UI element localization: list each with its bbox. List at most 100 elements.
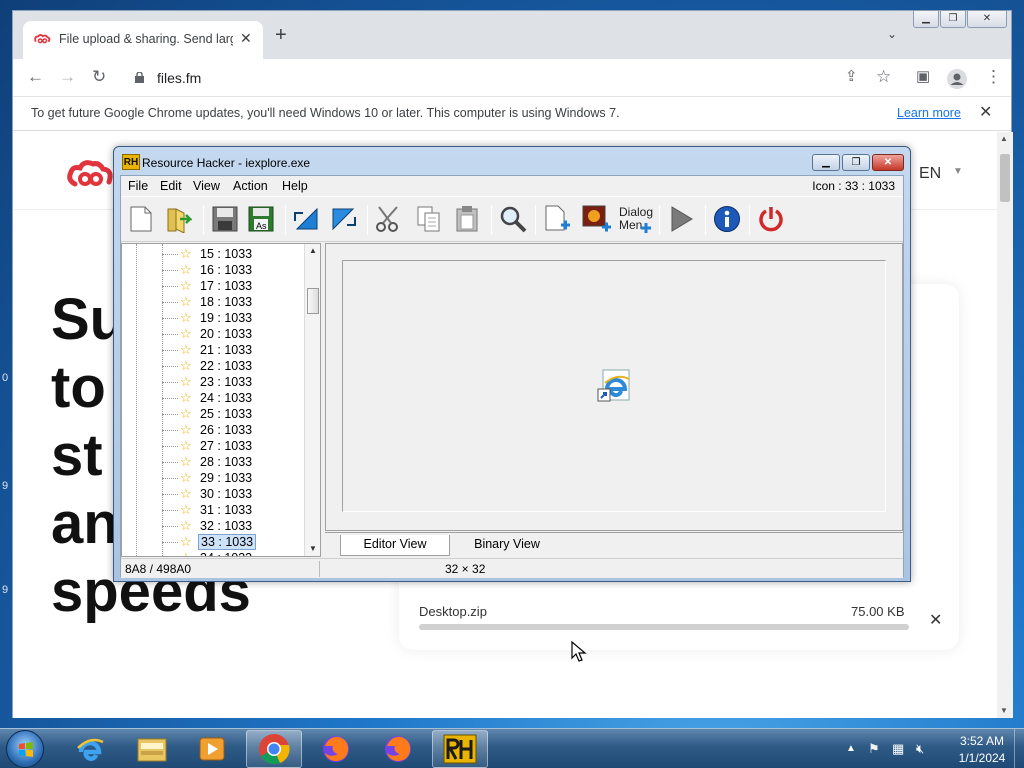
compile-run-icon[interactable]	[665, 203, 697, 235]
files-fm-logo-icon[interactable]	[67, 160, 113, 190]
paste-icon[interactable]	[451, 203, 483, 235]
start-button[interactable]	[6, 730, 44, 768]
show-hidden-icons-icon[interactable]: ▲	[846, 743, 856, 754]
tree-item[interactable]: ☆ 15 : 1033	[122, 246, 304, 262]
rh-maximize-button[interactable]: ❐	[842, 154, 870, 171]
menu-file[interactable]: File	[128, 179, 148, 193]
taskbar-media-player[interactable]	[184, 730, 240, 768]
tree-item[interactable]: ☆ 24 : 1033	[122, 390, 304, 406]
scrollbar-thumb[interactable]	[1000, 154, 1010, 202]
forward-icon[interactable]: →	[59, 67, 76, 87]
tree-scrollbar-thumb[interactable]	[307, 288, 319, 314]
tree-scroll-down-icon[interactable]: ▼	[309, 544, 317, 553]
tree-item[interactable]: ☆ 17 : 1033	[122, 278, 304, 294]
network-icon[interactable]: ▦	[892, 741, 904, 757]
chrome-menu-icon[interactable]: ⋮	[985, 67, 1002, 87]
folder-icon	[137, 738, 167, 762]
language-chevron-icon[interactable]: ▼	[953, 166, 963, 177]
address-bar[interactable]: files.fm	[157, 70, 201, 86]
add-blank-resource-icon[interactable]	[541, 203, 573, 235]
menu-help[interactable]: Help	[282, 179, 308, 193]
taskbar-internet-explorer[interactable]	[62, 730, 118, 768]
tree-scroll-up-icon[interactable]: ▲	[309, 246, 317, 255]
back-icon[interactable]: ←	[27, 67, 44, 87]
add-image-resource-icon[interactable]	[581, 203, 613, 235]
new-file-icon[interactable]	[125, 203, 157, 235]
learn-more-link[interactable]: Learn more	[897, 106, 961, 120]
maximize-button[interactable]: ❐	[940, 10, 966, 28]
find-icon[interactable]	[497, 203, 529, 235]
remove-upload-icon[interactable]: ✕	[929, 610, 942, 630]
side-panel-icon[interactable]: ▣	[916, 67, 930, 87]
tree-item[interactable]: ☆ 28 : 1033	[122, 454, 304, 470]
back-navigate-icon[interactable]	[291, 203, 323, 235]
tree-item[interactable]: ☆ 27 : 1033	[122, 438, 304, 454]
forward-navigate-icon[interactable]	[327, 203, 359, 235]
cut-icon[interactable]	[373, 203, 405, 235]
tree-item[interactable]: ☆ 19 : 1033	[122, 310, 304, 326]
tree-connector	[162, 462, 178, 463]
menu-edit[interactable]: Edit	[160, 179, 182, 193]
share-icon[interactable]: ⇪	[845, 67, 858, 87]
lock-icon[interactable]	[135, 72, 144, 83]
action-center-flag-icon[interactable]: ⚑	[868, 741, 880, 757]
minimize-button[interactable]: ▁	[913, 10, 939, 28]
tree-item[interactable]: ☆ 30 : 1033	[122, 486, 304, 502]
taskbar-chrome[interactable]	[246, 730, 302, 768]
tree-item[interactable]: ☆ 32 : 1033	[122, 518, 304, 534]
open-file-icon[interactable]	[163, 203, 195, 235]
info-icon[interactable]	[711, 203, 743, 235]
language-selector[interactable]: EN	[919, 165, 941, 183]
system-tray: ▲ ⚑ ▦ 🔇︎ 3:52 AM 1/1/2024	[840, 729, 1024, 768]
new-tab-icon[interactable]: +	[275, 25, 287, 45]
tree-item[interactable]: ☆ 33 : 1033	[122, 534, 304, 550]
scroll-up-icon[interactable]: ▲	[1000, 134, 1008, 143]
exit-power-icon[interactable]	[755, 203, 787, 235]
tree-item[interactable]: ☆ 23 : 1033	[122, 374, 304, 390]
profile-avatar-icon[interactable]	[947, 69, 967, 89]
infobar-close-icon[interactable]: ✕	[979, 102, 992, 122]
tree-item[interactable]: ☆ 20 : 1033	[122, 326, 304, 342]
show-desktop-button[interactable]	[1014, 729, 1024, 768]
tree-item-label: 34 : 1033	[198, 551, 254, 556]
tree-item[interactable]: ☆ 29 : 1033	[122, 470, 304, 486]
menu-view[interactable]: View	[193, 179, 220, 193]
save-icon[interactable]	[209, 203, 241, 235]
copy-icon[interactable]	[413, 203, 445, 235]
tree-item[interactable]: ☆ 34 : 1033	[122, 550, 304, 557]
reload-icon[interactable]: ↻	[92, 67, 106, 87]
tree-item[interactable]: ☆ 31 : 1033	[122, 502, 304, 518]
tree-scrollbar[interactable]: ▲ ▼	[304, 244, 320, 556]
taskbar-explorer[interactable]	[124, 730, 180, 768]
taskbar-firefox[interactable]	[308, 730, 364, 768]
taskbar-firefox-2[interactable]	[370, 730, 426, 768]
taskbar-resource-hacker[interactable]	[432, 730, 488, 768]
tree-item[interactable]: ☆ 25 : 1033	[122, 406, 304, 422]
save-as-icon[interactable]: As	[245, 203, 277, 235]
tab-editor-view[interactable]: Editor View	[340, 535, 450, 556]
tab-close-icon[interactable]: ✕	[240, 30, 252, 47]
scroll-down-icon[interactable]: ▼	[1000, 706, 1008, 715]
page-scrollbar[interactable]: ▲ ▼	[997, 132, 1013, 718]
bookmark-star-icon[interactable]: ☆	[876, 67, 891, 87]
rh-minimize-button[interactable]: ▁	[812, 154, 840, 171]
clock-time[interactable]: 3:52 AM	[952, 734, 1012, 748]
rh-close-button[interactable]: ✕	[872, 154, 904, 171]
close-window-button[interactable]: ✕	[967, 10, 1007, 28]
tab-binary-view[interactable]: Binary View	[457, 535, 557, 556]
tree-item[interactable]: ☆ 18 : 1033	[122, 294, 304, 310]
tree-item-label: 31 : 1033	[200, 503, 253, 517]
browser-tab[interactable]: File upload & sharing. Send large ✕	[23, 21, 263, 59]
tree-item-label: 22 : 1033	[200, 359, 253, 373]
tab-search-chevron-icon[interactable]: ⌄	[887, 27, 897, 41]
tree-item[interactable]: ☆ 26 : 1033	[122, 422, 304, 438]
resource-tree[interactable]: ☆ 15 : 1033 ☆ 16 : 1033 ☆ 17 : 1033 ☆ 18 : 1033…	[121, 243, 321, 557]
desktop-icon-fragment: 9	[2, 480, 9, 492]
menu-action[interactable]: Action	[233, 179, 268, 193]
tree-item[interactable]: ☆ 16 : 1033	[122, 262, 304, 278]
tree-item[interactable]: ☆ 22 : 1033	[122, 358, 304, 374]
clock-date[interactable]: 1/1/2024	[952, 751, 1012, 765]
volume-icon[interactable]: 🔇︎	[916, 741, 924, 757]
tree-item[interactable]: ☆ 21 : 1033	[122, 342, 304, 358]
resource-star-icon: ☆	[180, 502, 192, 517]
